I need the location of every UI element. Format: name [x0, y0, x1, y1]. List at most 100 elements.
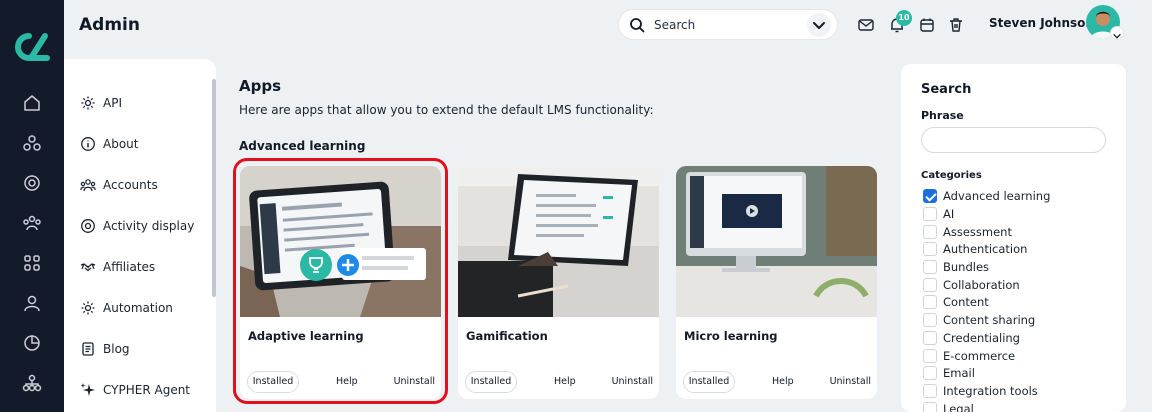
search-icon — [630, 18, 645, 33]
category-checkbox-assessment[interactable]: Assessment — [923, 224, 1012, 240]
mail-icon[interactable] — [857, 16, 875, 34]
sidebar-item-blog[interactable]: Blog — [80, 339, 130, 359]
category-label: Integration tools — [943, 384, 1038, 398]
top-bar: Admin Search 10 Steven Johnson — [64, 0, 1152, 52]
sidebar-item-cypher-agent[interactable]: CYPHER Agent — [80, 380, 190, 400]
checkbox[interactable] — [923, 349, 937, 363]
category-label: Credentialing — [943, 331, 1020, 345]
filter-panel: Search Phrase Categories Advanced learni… — [901, 64, 1126, 412]
gear-icon — [81, 96, 95, 110]
installed-button[interactable]: Installed — [465, 371, 517, 393]
document-icon — [82, 342, 94, 356]
checkbox[interactable] — [923, 242, 937, 256]
checkbox[interactable] — [923, 278, 937, 292]
sidebar-item-label: CYPHER Agent — [103, 383, 191, 397]
reports-pie-icon[interactable] — [22, 333, 42, 353]
chevron-down-icon — [813, 22, 825, 29]
help-link[interactable]: Help — [554, 376, 576, 387]
category-label: Content sharing — [943, 313, 1036, 327]
handshake-icon — [80, 263, 96, 272]
category-checkbox-integration-tools[interactable]: Integration tools — [923, 383, 1038, 399]
category-checkbox-content[interactable]: Content — [923, 294, 989, 310]
category-checkbox-email[interactable]: Email — [923, 365, 975, 381]
category-label: Legal — [943, 402, 974, 412]
checkbox[interactable] — [923, 384, 937, 398]
app-card-gamification[interactable]: Gamification Installed Help Uninstall — [458, 166, 659, 399]
trash-icon[interactable] — [947, 16, 965, 34]
groups-icon[interactable] — [22, 213, 42, 233]
section-description: Here are apps that allow you to extend t… — [239, 103, 654, 117]
sparkle-icon — [80, 383, 95, 396]
category-checkbox-credentialing[interactable]: Credentialing — [923, 330, 1020, 346]
calendar-icon[interactable] — [918, 16, 936, 34]
checkbox[interactable] — [923, 225, 937, 239]
sidebar-scrollbar[interactable] — [212, 79, 216, 297]
category-label: Email — [943, 366, 975, 380]
info-icon — [81, 137, 95, 151]
category-label: Authentication — [943, 242, 1028, 256]
installed-button[interactable]: Installed — [683, 371, 735, 393]
user-name[interactable]: Steven Johnson — [989, 16, 1094, 30]
left-nav-rail — [0, 0, 64, 412]
help-link[interactable]: Help — [772, 376, 794, 387]
sidebar-item-label: About — [103, 137, 139, 151]
categories-label: Categories — [921, 170, 982, 181]
app-thumbnail-image — [676, 166, 877, 317]
category-checkbox-advanced-learning[interactable]: Advanced learning — [923, 188, 1050, 204]
app-name: Gamification — [466, 329, 548, 343]
selection-highlight-frame — [233, 158, 448, 404]
target-icon — [81, 219, 95, 233]
category-label: Assessment — [943, 225, 1012, 239]
sidebar-item-affiliates[interactable]: Affiliates — [80, 257, 155, 277]
category-label: E-commerce — [943, 349, 1016, 363]
category-label: AI — [943, 207, 955, 221]
gear-icon — [81, 301, 95, 315]
category-checkbox-bundles[interactable]: Bundles — [923, 259, 989, 275]
notification-badge: 10 — [896, 10, 912, 26]
checkbox[interactable] — [923, 207, 937, 221]
sidebar-item-api[interactable]: API — [80, 93, 122, 113]
checkbox[interactable] — [923, 189, 937, 203]
page-title: Admin — [79, 15, 140, 35]
sidebar-item-label: API — [103, 96, 122, 110]
home-icon[interactable] — [22, 93, 42, 113]
category-checkbox-legal[interactable]: Legal — [923, 401, 974, 412]
checkbox[interactable] — [923, 331, 937, 345]
checkbox[interactable] — [923, 260, 937, 274]
app-thumbnail-image — [458, 166, 659, 317]
category-label: Bundles — [943, 260, 990, 274]
sidebar-item-automation[interactable]: Automation — [80, 298, 173, 318]
checkbox[interactable] — [923, 366, 937, 380]
users-icon — [80, 179, 96, 192]
category-heading: Advanced learning — [239, 139, 366, 153]
brand-logo-icon[interactable] — [11, 30, 51, 64]
uninstall-link[interactable]: Uninstall — [612, 376, 653, 387]
sidebar-item-label: Affiliates — [103, 260, 156, 274]
checkbox[interactable] — [923, 313, 937, 327]
category-checkbox-ai[interactable]: AI — [923, 206, 954, 222]
sidebar-item-label: Activity display — [103, 219, 195, 233]
checkbox[interactable] — [923, 402, 937, 412]
category-checkbox-e-commerce[interactable]: E-commerce — [923, 348, 1015, 364]
section-heading: Apps — [239, 77, 282, 95]
sidebar-item-label: Accounts — [103, 178, 158, 192]
phrase-input[interactable] — [921, 127, 1106, 153]
target-icon[interactable] — [22, 173, 42, 193]
category-checkbox-collaboration[interactable]: Collaboration — [923, 277, 1020, 293]
app-card-micro-learning[interactable]: Micro learning Installed Help Uninstall — [676, 166, 877, 399]
search-scope-dropdown[interactable] — [807, 13, 831, 37]
global-search[interactable]: Search — [618, 9, 838, 40]
user-menu-toggle[interactable] — [1110, 26, 1124, 40]
apps-grid-icon[interactable] — [22, 253, 42, 273]
sidebar-item-activity-display[interactable]: Activity display — [80, 216, 194, 236]
category-checkbox-authentication[interactable]: Authentication — [923, 241, 1027, 257]
sidebar-item-accounts[interactable]: Accounts — [80, 175, 158, 195]
hierarchy-icon[interactable] — [22, 373, 42, 393]
modules-icon[interactable] — [22, 133, 42, 153]
checkbox[interactable] — [923, 295, 937, 309]
uninstall-link[interactable]: Uninstall — [830, 376, 871, 387]
user-icon[interactable] — [22, 293, 42, 313]
category-checkbox-content-sharing[interactable]: Content sharing — [923, 312, 1035, 328]
sidebar-item-about[interactable]: About — [80, 134, 138, 154]
filter-title: Search — [921, 82, 972, 97]
